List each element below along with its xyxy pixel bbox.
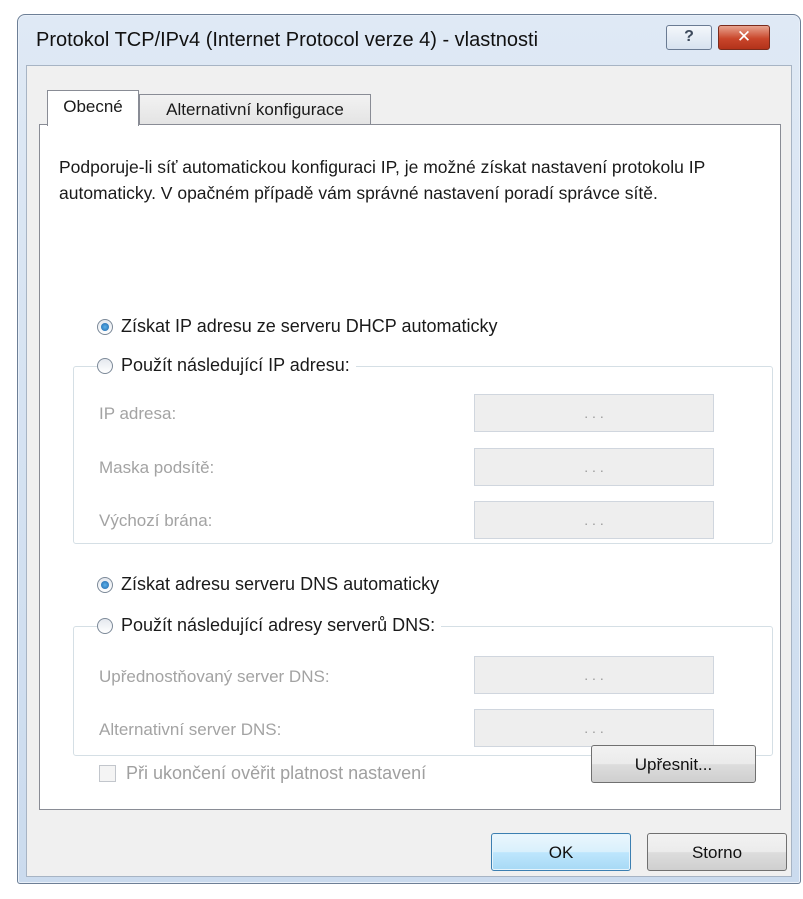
help-icon: ? [684,28,694,45]
cancel-button[interactable]: Storno [647,833,787,871]
default-gateway-label: Výchozí brána: [99,511,213,530]
advanced-button[interactable]: Upřesnit... [591,745,756,783]
window-title: Protokol TCP/IPv4 (Internet Protocol ver… [36,29,539,51]
preferred-dns-field[interactable]: . . . [474,656,714,694]
ip-address-label: IP adresa: [99,404,177,423]
radio-selected-icon[interactable] [97,576,113,593]
title-bar[interactable]: Protokol TCP/IPv4 (Internet Protocol ver… [18,15,800,65]
validate-settings-checkbox[interactable]: Při ukončení ověřit platnost nastavení [99,763,426,784]
alternate-dns-label: Alternativní server DNS: [99,720,282,739]
help-button[interactable]: ? [666,25,712,50]
radio-ip-manual-label: Použít následující IP adresu: [121,355,350,375]
radio-unselected-icon[interactable] [97,357,113,374]
radio-dns-manual-label: Použít následující adresy serverů DNS: [121,615,436,635]
subnet-mask-field[interactable]: . . . [474,448,714,486]
dialog-window: Protokol TCP/IPv4 (Internet Protocol ver… [17,14,801,884]
ok-button[interactable]: OK [491,833,631,871]
validate-settings-label: Při ukončení ověřit platnost nastavení [126,763,427,783]
default-gateway-field[interactable]: . . . [474,501,714,539]
checkbox-icon[interactable] [99,765,116,782]
dialog-body: Obecné Alternativní konfigurace Podporuj… [26,65,792,877]
radio-dns-manual[interactable]: Použít následující adresy serverů DNS: [97,615,442,636]
radio-ip-auto[interactable]: Získat IP adresu ze serveru DHCP automat… [97,316,504,337]
tab-alternative-configuration[interactable]: Alternativní konfigurace [139,94,371,126]
radio-unselected-icon[interactable] [97,617,113,634]
subnet-mask-label: Maska podsítě: [99,458,215,477]
radio-ip-manual[interactable]: Použít následující IP adresu: [97,355,356,376]
radio-dns-auto-label: Získat adresu serveru DNS automaticky [121,574,440,594]
radio-ip-auto-label: Získat IP adresu ze serveru DHCP automat… [121,316,498,336]
radio-dns-auto[interactable]: Získat adresu serveru DNS automaticky [97,574,446,595]
tab-general[interactable]: Obecné [47,90,139,126]
ip-address-field[interactable]: . . . [474,394,714,432]
close-button[interactable]: ✕ [718,25,770,50]
radio-selected-icon[interactable] [97,318,113,335]
description-text: Podporuje-li síť automatickou konfigurac… [59,157,705,203]
preferred-dns-label: Upřednostňovaný server DNS: [99,667,330,686]
close-icon: ✕ [736,27,752,46]
alternate-dns-field[interactable]: . . . [474,709,714,747]
